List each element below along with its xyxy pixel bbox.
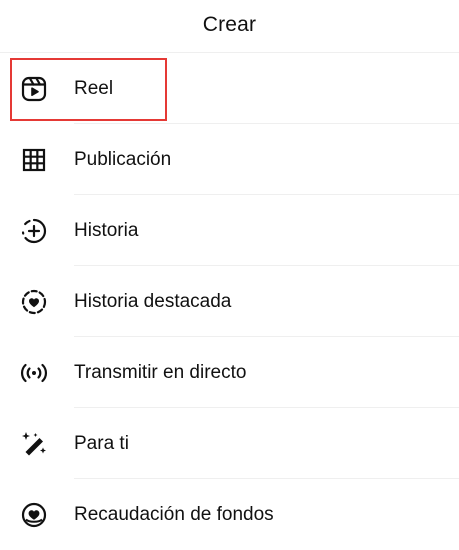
menu-item-label: Historia destacada [74, 290, 232, 312]
menu-item-publicacion[interactable]: Publicación [0, 124, 459, 195]
menu-item-transmitir[interactable]: Transmitir en directo [0, 337, 459, 408]
menu-item-label: Para ti [74, 432, 129, 454]
grid-icon [20, 146, 48, 174]
menu-item-label: Historia [74, 219, 139, 241]
live-broadcast-icon [20, 359, 48, 387]
highlight-heart-icon [20, 288, 48, 316]
menu-item-label: Recaudación de fondos [74, 503, 274, 525]
menu-item-label: Reel [74, 77, 114, 99]
magic-wand-icon [20, 430, 48, 458]
menu-item-para-ti[interactable]: Para ti [0, 408, 459, 479]
create-sheet: Crear Reel Publicación Historia Historia… [0, 0, 459, 543]
fundraiser-heart-icon [20, 501, 48, 529]
sheet-header: Crear [0, 0, 459, 53]
menu-item-historia[interactable]: Historia [0, 195, 459, 266]
menu-item-recaudacion[interactable]: Recaudación de fondos [0, 479, 459, 550]
menu-item-reel[interactable]: Reel [0, 53, 459, 124]
menu-item-historia-destacada[interactable]: Historia destacada [0, 266, 459, 337]
menu-item-label: Transmitir en directo [74, 361, 247, 383]
create-menu: Reel Publicación Historia Historia desta… [0, 53, 459, 550]
reels-icon [20, 75, 48, 103]
menu-item-label: Publicación [74, 148, 172, 170]
story-add-icon [20, 217, 48, 245]
page-title: Crear [202, 13, 257, 36]
